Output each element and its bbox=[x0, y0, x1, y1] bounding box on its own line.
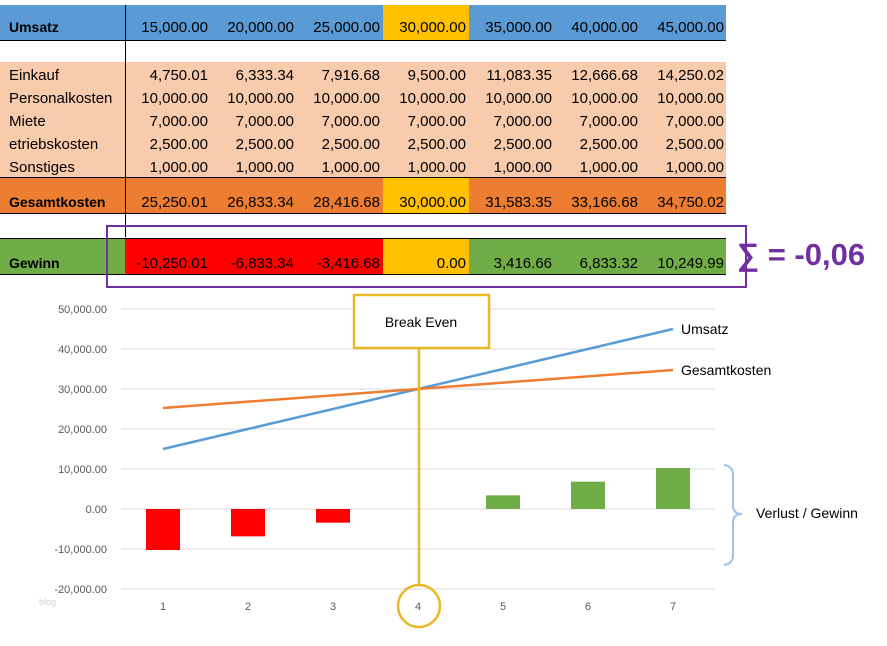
column-separator bbox=[125, 5, 126, 237]
cost-cell: 7,000.00 bbox=[493, 113, 552, 130]
cost-cell: 1,000.00 bbox=[407, 159, 466, 176]
y-axis-ticks: 50,000.00 40,000.00 30,000.00 20,000.00 10,0… bbox=[54, 304, 107, 596]
cost-row-label: Miete bbox=[9, 113, 46, 130]
x-tick-label: 5 bbox=[500, 601, 506, 613]
gesamtkosten-label: Gesamtkosten bbox=[9, 194, 106, 210]
umsatz-cell: 25,000.00 bbox=[313, 19, 380, 36]
cost-cell: 1,000.00 bbox=[493, 159, 552, 176]
cost-row-label: Personalkosten bbox=[9, 90, 113, 107]
cost-cell: 2,500.00 bbox=[493, 136, 552, 153]
cost-cell: 10,000.00 bbox=[227, 90, 294, 107]
bar-series-label: Verlust / Gewinn bbox=[756, 505, 858, 521]
profit-bar bbox=[656, 468, 690, 509]
cost-cell: 7,000.00 bbox=[321, 113, 380, 130]
x-tick-label: 6 bbox=[585, 601, 591, 613]
cost-cell: 10,000.00 bbox=[313, 90, 380, 107]
cost-cell: 2,500.00 bbox=[149, 136, 208, 153]
series-line bbox=[162, 368, 674, 410]
break-even-circle bbox=[396, 583, 442, 629]
umsatz-cell: 20,000.00 bbox=[227, 19, 294, 36]
x-tick-label: 7 bbox=[670, 601, 676, 613]
profit-bar bbox=[571, 481, 605, 509]
row-border bbox=[0, 40, 726, 41]
profit-bar bbox=[146, 509, 180, 551]
cost-cell: 1,000.00 bbox=[579, 159, 638, 176]
cost-cell: 10,000.00 bbox=[657, 90, 724, 107]
gesamtkosten-cell: 34,750.02 bbox=[657, 194, 724, 211]
y-tick-label: -20,000.00 bbox=[54, 584, 107, 596]
cost-cell: 11,083.35 bbox=[486, 67, 552, 84]
cost-cell: 2,500.00 bbox=[579, 136, 638, 153]
gesamtkosten-cell: 31,583.35 bbox=[485, 194, 552, 211]
chart-grid bbox=[121, 308, 715, 590]
cost-cell: 2,500.00 bbox=[235, 136, 294, 153]
series-label: Umsatz bbox=[681, 321, 728, 337]
y-tick-label: 20,000.00 bbox=[58, 424, 107, 436]
umsatz-cell: 15,000.00 bbox=[141, 19, 208, 36]
profit-bar bbox=[486, 495, 520, 509]
cost-cell: 7,000.00 bbox=[579, 113, 638, 130]
cost-cell: 9,500.00 bbox=[407, 67, 466, 84]
chart-lines: Umsatz Gesamtkosten bbox=[162, 321, 771, 451]
cost-cell: 7,000.00 bbox=[407, 113, 466, 130]
gesamtkosten-cell: 33,166.68 bbox=[571, 194, 638, 211]
gesamtkosten-cell: 25,250.01 bbox=[141, 194, 208, 211]
gesamtkosten-cell: 30,000.00 bbox=[399, 194, 466, 211]
profit-bar bbox=[316, 509, 350, 523]
profit-bar bbox=[231, 509, 265, 537]
cost-cell: 2,500.00 bbox=[407, 136, 466, 153]
cost-row-label: etriebskosten bbox=[9, 136, 99, 153]
x-axis-ticks: 1 2 3 4 5 6 7 bbox=[160, 601, 676, 613]
umsatz-cell: 35,000.00 bbox=[485, 19, 552, 36]
cost-cell: 2,500.00 bbox=[321, 136, 380, 153]
cost-cell: 1,000.00 bbox=[235, 159, 294, 176]
umsatz-cell: 45,000.00 bbox=[657, 19, 724, 36]
cost-cell: 1,000.00 bbox=[321, 159, 380, 176]
cost-cell: 10,000.00 bbox=[399, 90, 466, 107]
profit-bars: Verlust / Gewinn bbox=[146, 468, 858, 551]
cost-cell: 10,000.00 bbox=[141, 90, 208, 107]
break-even-box bbox=[352, 293, 491, 350]
series-line bbox=[162, 327, 674, 451]
break-even-label: Break Even bbox=[385, 314, 457, 330]
cost-cell: 10,000.00 bbox=[485, 90, 552, 107]
series-label: Gesamtkosten bbox=[681, 362, 771, 378]
cost-cell: 4,750.01 bbox=[149, 67, 208, 84]
x-tick-label: 1 bbox=[160, 601, 166, 613]
cost-cell: 2,500.00 bbox=[665, 136, 724, 153]
cost-cell: 7,000.00 bbox=[235, 113, 294, 130]
y-tick-label: 50,000.00 bbox=[58, 304, 107, 316]
y-tick-label: 30,000.00 bbox=[58, 384, 107, 396]
umsatz-label: Umsatz bbox=[9, 19, 59, 35]
y-tick-label: 10,000.00 bbox=[58, 464, 107, 476]
gesamtkosten-cell: 28,416.68 bbox=[313, 194, 380, 211]
cost-cell: 12,666.68 bbox=[571, 67, 638, 84]
x-tick-label: 4 bbox=[415, 601, 421, 613]
y-tick-label: 40,000.00 bbox=[58, 344, 107, 356]
x-tick-label: 2 bbox=[245, 601, 251, 613]
cost-cell: 1,000.00 bbox=[665, 159, 724, 176]
y-tick-label: 0.00 bbox=[86, 504, 107, 516]
umsatz-cell: 40,000.00 bbox=[571, 19, 638, 36]
gesamtkosten-cell: 26,833.34 bbox=[227, 194, 294, 211]
watermark: blog bbox=[39, 597, 56, 607]
umsatz-cell: 30,000.00 bbox=[399, 19, 466, 36]
cost-cell: 14,250.02 bbox=[657, 67, 724, 84]
cost-cell: 7,000.00 bbox=[149, 113, 208, 130]
x-tick-label: 3 bbox=[330, 601, 336, 613]
cost-cell: 1,000.00 bbox=[149, 159, 208, 176]
sum-note: ∑ = -0,06 bbox=[737, 237, 866, 272]
cost-cell: 7,000.00 bbox=[665, 113, 724, 130]
sum-highlight-box bbox=[106, 225, 747, 288]
y-tick-label: -10,000.00 bbox=[54, 544, 107, 556]
cost-row-label: Einkauf bbox=[9, 67, 60, 84]
cost-cell: 7,916.68 bbox=[321, 67, 380, 84]
cost-row-label: Sonstiges bbox=[9, 159, 75, 176]
row-border bbox=[0, 177, 726, 178]
cost-cell: 10,000.00 bbox=[571, 90, 638, 107]
bars-brace bbox=[723, 464, 743, 566]
cost-cell: 6,333.34 bbox=[235, 67, 294, 84]
